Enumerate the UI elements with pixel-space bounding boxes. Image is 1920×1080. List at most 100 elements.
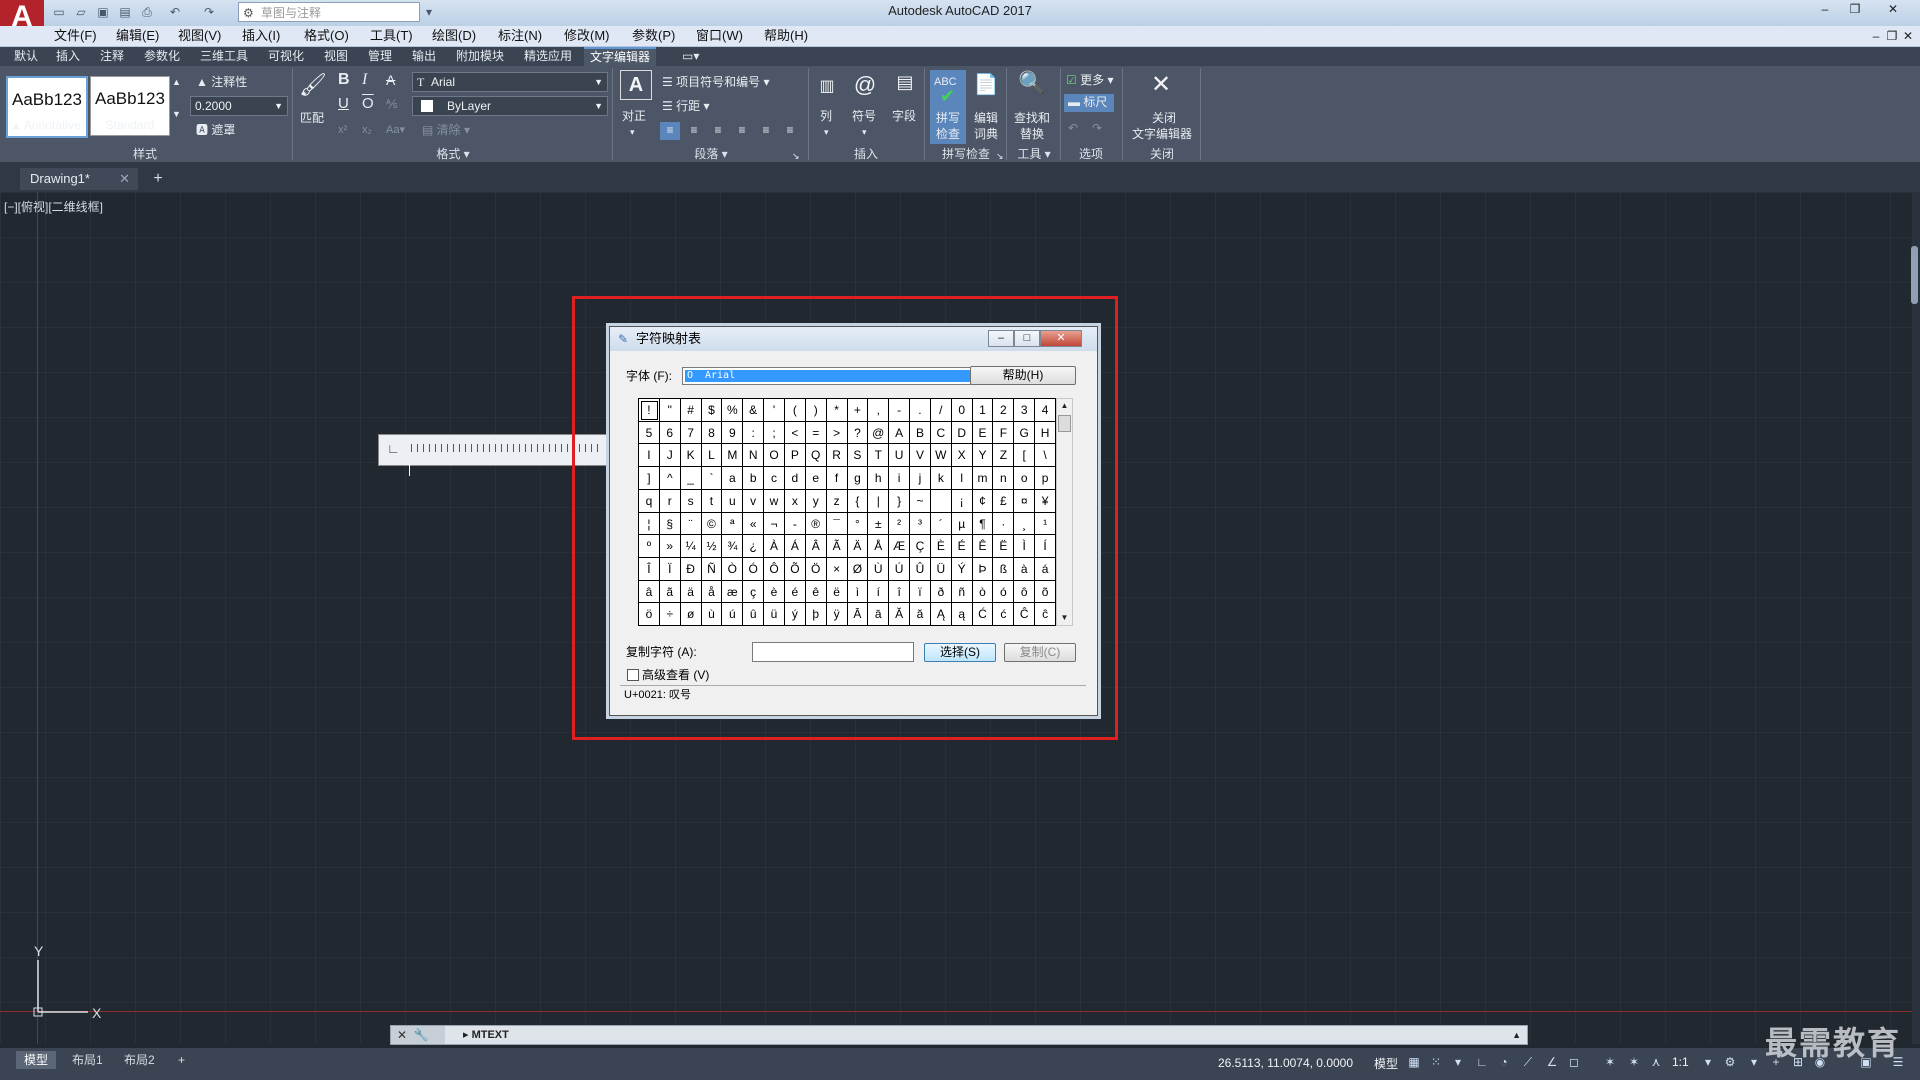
char-cell[interactable]: k: [930, 467, 952, 490]
char-cell[interactable]: _: [680, 467, 702, 490]
style-scroll-up-icon[interactable]: ▲: [172, 74, 181, 90]
character-grid[interactable]: ! " # $% & '() * +, -./0 1 2 3 4 5 6 7 8 9:; < = >? @ A B C D E F G H…: [638, 398, 1056, 626]
tab-parametric[interactable]: 参数化: [138, 47, 186, 66]
vertical-scrollbar[interactable]: [1912, 192, 1920, 1044]
char-cell[interactable]: ô: [1014, 580, 1036, 604]
scroll-up-icon[interactable]: ▲: [1057, 399, 1072, 413]
char-cell[interactable]: E: [972, 421, 994, 445]
char-cell[interactable]: Ã: [826, 535, 848, 558]
char-cell[interactable]: N: [743, 444, 765, 468]
drawing-tab[interactable]: Drawing1* ✕: [20, 168, 138, 190]
char-cell[interactable]: B: [910, 421, 931, 445]
command-history-icon[interactable]: ▲: [1512, 1026, 1521, 1044]
char-cell[interactable]: ß: [993, 557, 1015, 581]
align-default-icon[interactable]: ≡: [660, 122, 680, 140]
mdi-close-button[interactable]: ✕: [1900, 26, 1916, 46]
char-cell[interactable]: Þ: [972, 557, 994, 581]
char-cell[interactable]: u: [722, 489, 744, 513]
char-cell[interactable]: »: [659, 535, 681, 558]
navigation-bar-handle[interactable]: [1911, 246, 1918, 304]
char-cell[interactable]: -: [784, 512, 806, 536]
mdi-minimize-button[interactable]: ‒: [1868, 26, 1884, 46]
char-cell[interactable]: ê: [805, 580, 827, 604]
char-cell[interactable]: c: [764, 467, 785, 490]
char-cell[interactable]: ": [659, 399, 681, 422]
char-cell[interactable]: 4: [1035, 399, 1056, 422]
char-cell[interactable]: Ă: [889, 603, 911, 626]
columns-icon[interactable]: ▥: [812, 76, 842, 96]
char-cell[interactable]: ë: [826, 580, 848, 604]
char-cell[interactable]: `: [701, 467, 723, 490]
char-cell[interactable]: ¥: [1035, 489, 1056, 513]
char-cell[interactable]: Õ: [784, 557, 806, 581]
char-cell[interactable]: ': [764, 399, 785, 422]
char-cell[interactable]: 3: [1014, 399, 1036, 422]
char-cell[interactable]: b: [743, 467, 765, 490]
char-cell[interactable]: p: [1035, 467, 1056, 490]
char-cell[interactable]: ĉ: [1035, 603, 1056, 626]
char-cell[interactable]: ª: [722, 512, 744, 536]
char-cell[interactable]: P: [784, 444, 806, 468]
char-cell[interactable]: T: [868, 444, 890, 468]
color-dropdown[interactable]: ByLayer ▼: [412, 96, 608, 116]
char-cell[interactable]: ã: [659, 580, 681, 604]
char-cell[interactable]: ®: [805, 512, 827, 536]
char-cell[interactable]: Ê: [972, 535, 994, 558]
char-cell[interactable]: }: [889, 489, 911, 513]
char-cell[interactable]: d: [784, 467, 806, 490]
char-cell[interactable]: Ì: [1014, 535, 1036, 558]
snap-icon[interactable]: ⁙: [1428, 1054, 1444, 1070]
viewport-controls-label[interactable]: [−][俯视][二维线框]: [4, 198, 103, 215]
char-cell[interactable]: ¯: [826, 512, 848, 536]
char-cell[interactable]: y: [805, 489, 827, 513]
overline-button[interactable]: O: [362, 96, 374, 112]
char-cell[interactable]: Ï: [659, 557, 681, 581]
char-cell[interactable]: ä: [680, 580, 702, 604]
char-cell[interactable]: º: [639, 535, 660, 558]
char-cell[interactable]: ò: [972, 580, 994, 604]
char-cell[interactable]: Ó: [743, 557, 765, 581]
char-cell[interactable]: ¹: [1035, 512, 1056, 536]
redo-small-icon[interactable]: ↷: [1092, 120, 1102, 136]
char-cell[interactable]: ¨: [680, 512, 702, 536]
char-cell[interactable]: a: [722, 467, 744, 490]
char-cell[interactable]: .: [910, 399, 931, 422]
char-cell[interactable]: ą: [951, 603, 973, 626]
underline-button[interactable]: U: [338, 96, 349, 112]
dialog-minimize-button[interactable]: ‒: [988, 330, 1014, 347]
char-cell[interactable]: é: [784, 580, 806, 604]
char-cell[interactable]: m: [972, 467, 994, 490]
char-cell[interactable]: ×: [826, 557, 848, 581]
menu-dimension[interactable]: 标注(N): [494, 26, 546, 46]
object-snap-tracking-icon[interactable]: ∠: [1544, 1054, 1560, 1070]
char-cell[interactable]: h: [868, 467, 890, 490]
char-cell[interactable]: R: [826, 444, 848, 468]
char-cell[interactable]: À: [764, 535, 785, 558]
char-cell[interactable]: ~: [910, 489, 931, 513]
tab-view[interactable]: 视图: [318, 47, 354, 66]
new-tab-button[interactable]: +: [148, 170, 168, 188]
justify-dropdown-icon[interactable]: ▾: [630, 124, 635, 140]
more-options-button[interactable]: ☑ 更多 ▾: [1066, 72, 1113, 88]
layout-tab-2[interactable]: 布局2: [116, 1051, 163, 1069]
tab-default[interactable]: 默认: [8, 47, 44, 66]
char-cell[interactable]: V: [910, 444, 931, 468]
change-case-icon[interactable]: Aa▾: [386, 122, 405, 138]
char-cell[interactable]: ö: [639, 603, 660, 626]
char-cell[interactable]: 9: [722, 421, 744, 445]
workspace-dropdown-icon[interactable]: ▾: [1746, 1054, 1762, 1070]
char-cell[interactable]: *: [826, 399, 848, 422]
char-cell[interactable]: F: [993, 421, 1015, 445]
char-cell[interactable]: $: [701, 399, 723, 422]
italic-button[interactable]: I: [362, 72, 367, 88]
char-cell[interactable]: ÷: [659, 603, 681, 626]
char-cell[interactable]: è: [764, 580, 785, 604]
char-cell[interactable]: f: [826, 467, 848, 490]
save-as-icon[interactable]: ▤: [116, 4, 134, 20]
ribbon-minimize-icon[interactable]: ▭▾: [676, 47, 705, 66]
char-cell[interactable]: Ç: [910, 535, 931, 558]
symbol-icon[interactable]: @: [850, 72, 880, 98]
char-cell[interactable]: s: [680, 489, 702, 513]
scroll-thumb[interactable]: [1058, 415, 1071, 432]
char-cell[interactable]: !: [639, 399, 660, 422]
